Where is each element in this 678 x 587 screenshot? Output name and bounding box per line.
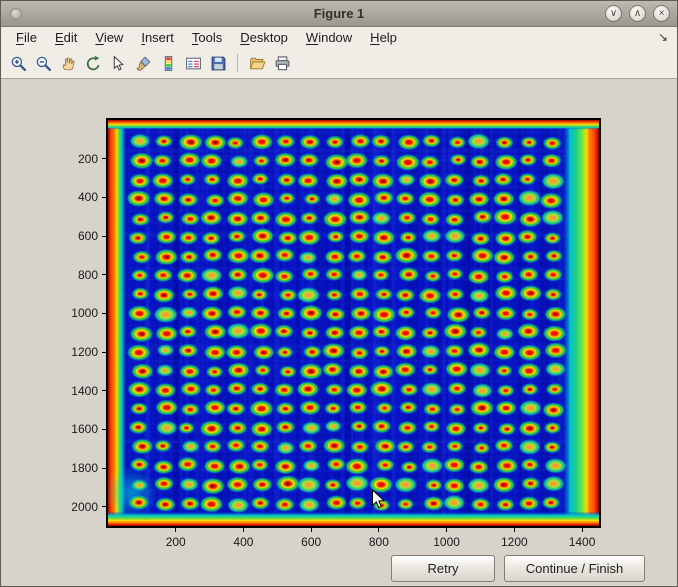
y-tick-label: 200 xyxy=(54,152,98,166)
toolbar-zoom-in-icon[interactable] xyxy=(7,52,29,74)
roll-up-button[interactable]: ∧ xyxy=(629,5,646,22)
y-tick-label: 1000 xyxy=(54,306,98,320)
x-tick-mark xyxy=(175,528,176,532)
y-tick-label: 400 xyxy=(54,190,98,204)
x-tick-label: 200 xyxy=(154,535,198,549)
x-tick-mark xyxy=(311,528,312,532)
toolbar-colorbar-icon[interactable] xyxy=(157,52,179,74)
menu-item-edit[interactable]: Edit xyxy=(46,28,86,47)
retry-button[interactable]: Retry xyxy=(391,555,495,582)
toolbar-rotate-3d-icon[interactable] xyxy=(82,52,104,74)
mouse-cursor xyxy=(371,489,386,511)
y-tick-mark xyxy=(102,158,106,159)
toolbar-open-folder-icon[interactable] xyxy=(246,52,268,74)
menu-item-tools[interactable]: Tools xyxy=(183,28,231,47)
y-tick-label: 600 xyxy=(54,229,98,243)
toolbar-separator xyxy=(237,54,238,72)
toolbar-print-icon[interactable] xyxy=(271,52,293,74)
y-tick-mark xyxy=(102,390,106,391)
figure-canvas-area: Retry Continue / Finish 200 400 600 800 1000… xyxy=(1,79,677,586)
x-tick-label: 1400 xyxy=(560,535,604,549)
x-tick-mark xyxy=(378,528,379,532)
window-title: Figure 1 xyxy=(1,6,677,21)
x-tick-label: 1200 xyxy=(492,535,536,549)
y-tick-label: 1200 xyxy=(54,345,98,359)
menu-item-desktop[interactable]: Desktop xyxy=(231,28,297,47)
roll-down-button[interactable]: ∨ xyxy=(605,5,622,22)
y-tick-mark xyxy=(102,429,106,430)
x-tick-label: 600 xyxy=(289,535,333,549)
y-tick-label: 1800 xyxy=(54,461,98,475)
menu-item-insert[interactable]: Insert xyxy=(132,28,183,47)
y-tick-label: 1600 xyxy=(54,422,98,436)
menu-item-window[interactable]: Window xyxy=(297,28,361,47)
menu-item-file[interactable]: File xyxy=(7,28,46,47)
x-tick-mark xyxy=(582,528,583,532)
toolbar-brush-icon[interactable] xyxy=(132,52,154,74)
y-tick-mark xyxy=(102,352,106,353)
y-tick-mark xyxy=(102,197,106,198)
y-tick-mark xyxy=(102,274,106,275)
y-tick-label: 1400 xyxy=(54,384,98,398)
dock-arrow-icon[interactable]: ↘ xyxy=(658,30,668,44)
y-tick-mark xyxy=(102,313,106,314)
menubar: FileEditViewInsertToolsDesktopWindowHelp xyxy=(1,27,677,48)
titlebar[interactable]: Figure 1 ∨ ∧ × xyxy=(1,1,677,27)
y-tick-mark xyxy=(102,468,106,469)
x-tick-label: 800 xyxy=(357,535,401,549)
close-button[interactable]: × xyxy=(653,5,670,22)
toolbar-legend-icon[interactable] xyxy=(182,52,204,74)
x-tick-mark xyxy=(446,528,447,532)
y-tick-mark xyxy=(102,506,106,507)
y-tick-label: 2000 xyxy=(54,500,98,514)
figure-window: Figure 1 ∨ ∧ × FileEditViewInsertToolsDesk… xyxy=(0,0,678,587)
window-controls: ∨ ∧ × xyxy=(605,5,670,22)
menu-item-help[interactable]: Help xyxy=(361,28,406,47)
x-tick-label: 400 xyxy=(221,535,265,549)
menu-item-view[interactable]: View xyxy=(86,28,132,47)
x-tick-mark xyxy=(514,528,515,532)
toolbar-zoom-out-icon[interactable] xyxy=(32,52,54,74)
microarray-image[interactable] xyxy=(108,120,599,526)
x-tick-label: 1000 xyxy=(425,535,469,549)
y-tick-label: 800 xyxy=(54,268,98,282)
x-tick-mark xyxy=(243,528,244,532)
figure-toolbar xyxy=(1,48,677,79)
toolbar-save-icon[interactable] xyxy=(207,52,229,74)
toolbar-pan-icon[interactable] xyxy=(57,52,79,74)
axes xyxy=(106,118,601,528)
y-tick-mark xyxy=(102,236,106,237)
continue-finish-button[interactable]: Continue / Finish xyxy=(504,555,645,582)
toolbar-data-cursor-icon[interactable] xyxy=(107,52,129,74)
